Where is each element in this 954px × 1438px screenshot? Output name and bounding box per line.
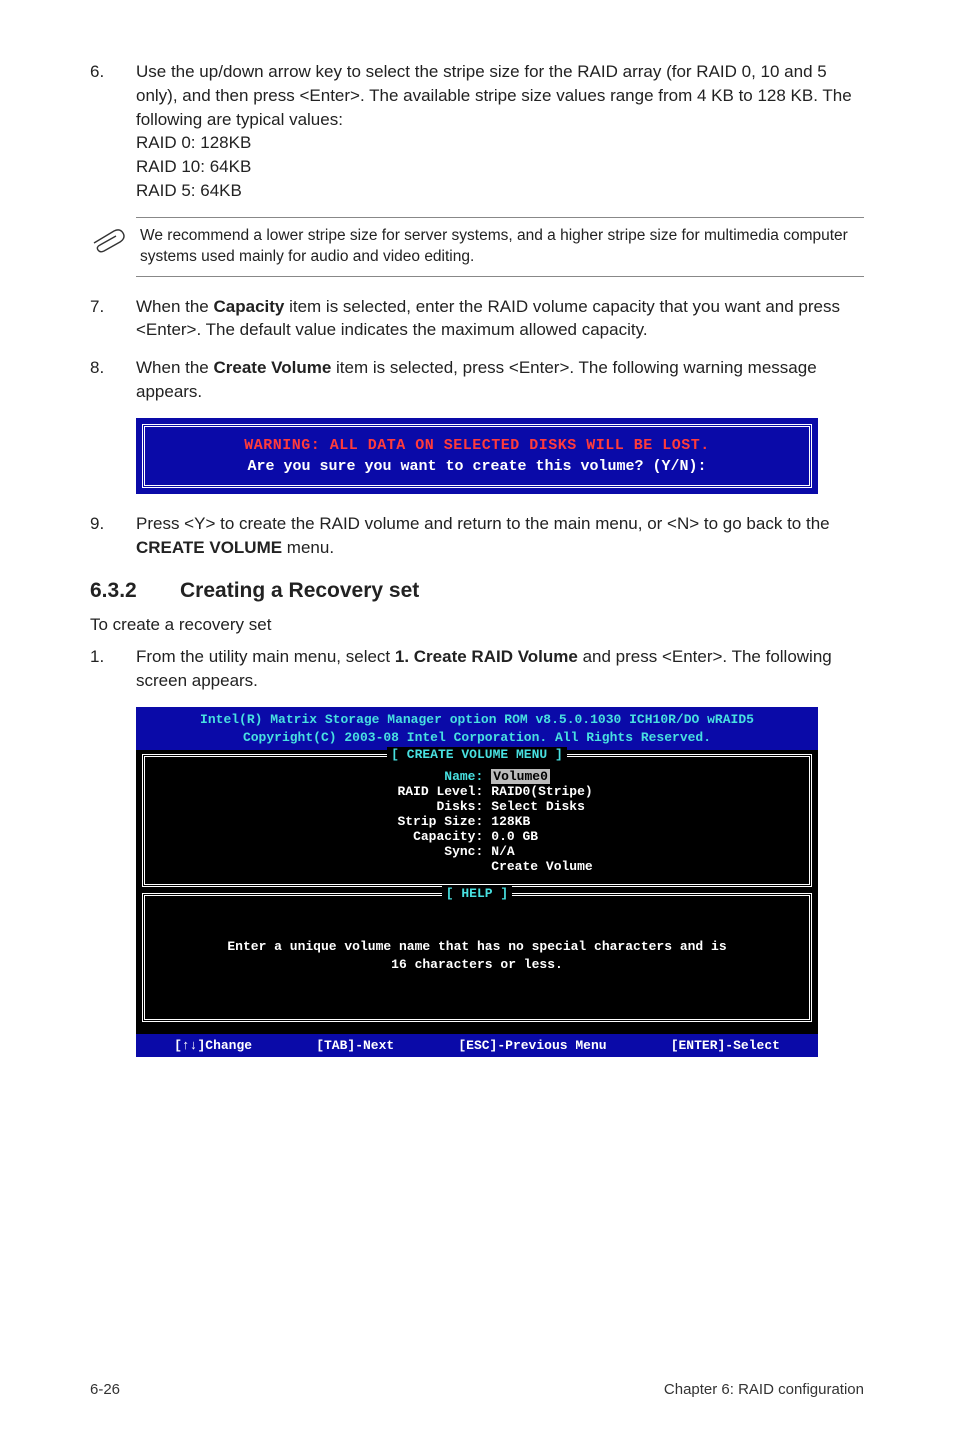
- sync-label: Sync:: [361, 844, 491, 859]
- section-number: 6.3.2: [90, 579, 180, 603]
- raid-level-value[interactable]: RAID0(Stripe): [491, 784, 592, 799]
- note-row: We recommend a lower stripe size for ser…: [90, 217, 864, 277]
- warning-text: WARNING: ALL DATA ON SELECTED DISKS WILL…: [163, 437, 791, 454]
- bios-screenshot: Intel(R) Matrix Storage Manager option R…: [136, 707, 818, 1057]
- help-frame: [ HELP ] Enter a unique volume name that…: [142, 893, 812, 1022]
- step-body: When the Capacity item is selected, ente…: [136, 295, 864, 343]
- step-number: 7.: [90, 295, 136, 343]
- step-number: 9.: [90, 512, 136, 560]
- capacity-label: Capacity:: [361, 829, 491, 844]
- key-hint-change: [↑↓]Change: [174, 1038, 252, 1053]
- paperclip-icon: [90, 217, 136, 260]
- page-footer: 6-26 Chapter 6: RAID configuration: [90, 1353, 864, 1398]
- step-body: When the Create Volume item is selected,…: [136, 356, 864, 404]
- sync-value: N/A: [491, 844, 514, 859]
- help-text-line1: Enter a unique volume name that has no s…: [167, 938, 787, 956]
- key-hint-select: [ENTER]-Select: [671, 1038, 780, 1053]
- raid0-line: RAID 0: 128KB: [136, 131, 864, 155]
- help-text-line2: 16 characters or less.: [167, 956, 787, 974]
- name-label: Name:: [361, 769, 491, 784]
- step-1: 1. From the utility main menu, select 1.…: [90, 645, 864, 693]
- name-value[interactable]: Volume0: [491, 769, 550, 784]
- strip-size-label: Strip Size:: [361, 814, 491, 829]
- page-number: 6-26: [90, 1381, 120, 1398]
- step-body: Use the up/down arrow key to select the …: [136, 60, 864, 203]
- step-body: Press <Y> to create the RAID volume and …: [136, 512, 864, 560]
- text-pre: From the utility main menu, select: [136, 647, 395, 666]
- create-volume-frame: [ CREATE VOLUME MENU ] Name:Volume0 RAID…: [142, 754, 812, 887]
- step-number: 6.: [90, 60, 136, 203]
- text-post: menu.: [282, 538, 334, 557]
- step-text: Use the up/down arrow key to select the …: [136, 62, 852, 129]
- section-intro: To create a recovery set: [90, 615, 864, 635]
- step-7: 7. When the Capacity item is selected, e…: [90, 295, 864, 343]
- disks-label: Disks:: [361, 799, 491, 814]
- text-bold: CREATE VOLUME: [136, 538, 282, 557]
- text-pre: When the: [136, 297, 214, 316]
- note-text: We recommend a lower stripe size for ser…: [136, 217, 864, 277]
- bios-header-line1: Intel(R) Matrix Storage Manager option R…: [142, 711, 812, 729]
- step-8: 8. When the Create Volume item is select…: [90, 356, 864, 404]
- bios-header-line2: Copyright(C) 2003-08 Intel Corporation. …: [142, 729, 812, 747]
- step-number: 1.: [90, 645, 136, 693]
- warning-dialog: WARNING: ALL DATA ON SELECTED DISKS WILL…: [136, 418, 818, 494]
- step-6: 6. Use the up/down arrow key to select t…: [90, 60, 864, 203]
- section-heading: 6.3.2 Creating a Recovery set: [90, 579, 864, 603]
- key-hint-next: [TAB]-Next: [316, 1038, 394, 1053]
- text-bold: Capacity: [214, 297, 285, 316]
- bios-footer: [↑↓]Change [TAB]-Next [ESC]-Previous Men…: [136, 1034, 818, 1057]
- confirm-text: Are you sure you want to create this vol…: [247, 458, 706, 475]
- create-volume-action[interactable]: Create Volume: [491, 859, 592, 874]
- raid-level-label: RAID Level:: [361, 784, 491, 799]
- step-body: From the utility main menu, select 1. Cr…: [136, 645, 864, 693]
- step-9: 9. Press <Y> to create the RAID volume a…: [90, 512, 864, 560]
- text-bold: Create Volume: [214, 358, 332, 377]
- raid5-line: RAID 5: 64KB: [136, 179, 864, 203]
- help-title: [ HELP ]: [442, 886, 512, 901]
- section-title: Creating a Recovery set: [180, 579, 419, 603]
- text-pre: When the: [136, 358, 214, 377]
- raid10-line: RAID 10: 64KB: [136, 155, 864, 179]
- create-volume-title: [ CREATE VOLUME MENU ]: [387, 747, 567, 762]
- text-pre: Press <Y> to create the RAID volume and …: [136, 514, 830, 533]
- key-hint-prev: [ESC]-Previous Menu: [458, 1038, 606, 1053]
- bios-header: Intel(R) Matrix Storage Manager option R…: [136, 707, 818, 750]
- chapter-title: Chapter 6: RAID configuration: [664, 1381, 864, 1398]
- text-bold: 1. Create RAID Volume: [395, 647, 578, 666]
- strip-size-value[interactable]: 128KB: [491, 814, 530, 829]
- capacity-value[interactable]: 0.0 GB: [491, 829, 538, 844]
- step-number: 8.: [90, 356, 136, 404]
- disks-value[interactable]: Select Disks: [491, 799, 585, 814]
